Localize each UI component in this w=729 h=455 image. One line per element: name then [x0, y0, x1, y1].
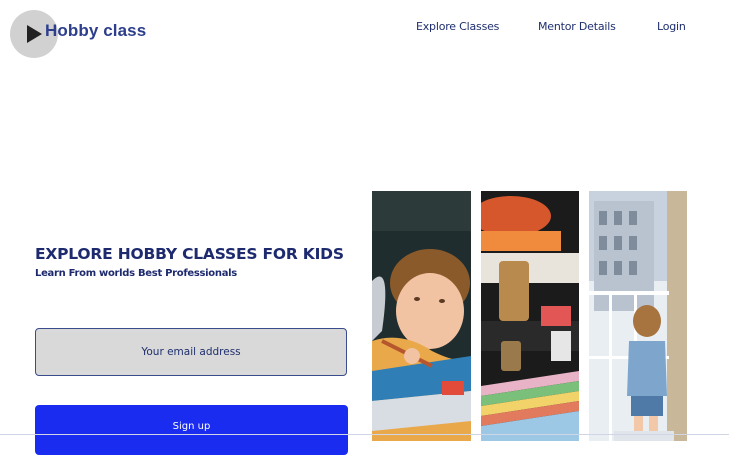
nav-mentor-details[interactable]: Mentor Details: [538, 20, 616, 33]
hero-image-art-supplies: [481, 191, 579, 441]
nav-explore-classes[interactable]: Explore Classes: [416, 20, 499, 33]
email-input[interactable]: [35, 328, 347, 376]
signup-button[interactable]: Sign up: [35, 405, 348, 455]
hero-image-child-painting: [372, 191, 471, 441]
hero-image-child-window: [589, 191, 687, 441]
play-icon: [27, 25, 42, 43]
nav-login[interactable]: Login: [657, 20, 686, 33]
hero-title: EXPLORE HOBBY CLASSES FOR KIDS: [35, 245, 344, 263]
brand-logo[interactable]: Hobby class: [45, 21, 146, 41]
hero-subtitle: Learn From worlds Best Professionals: [35, 268, 237, 279]
